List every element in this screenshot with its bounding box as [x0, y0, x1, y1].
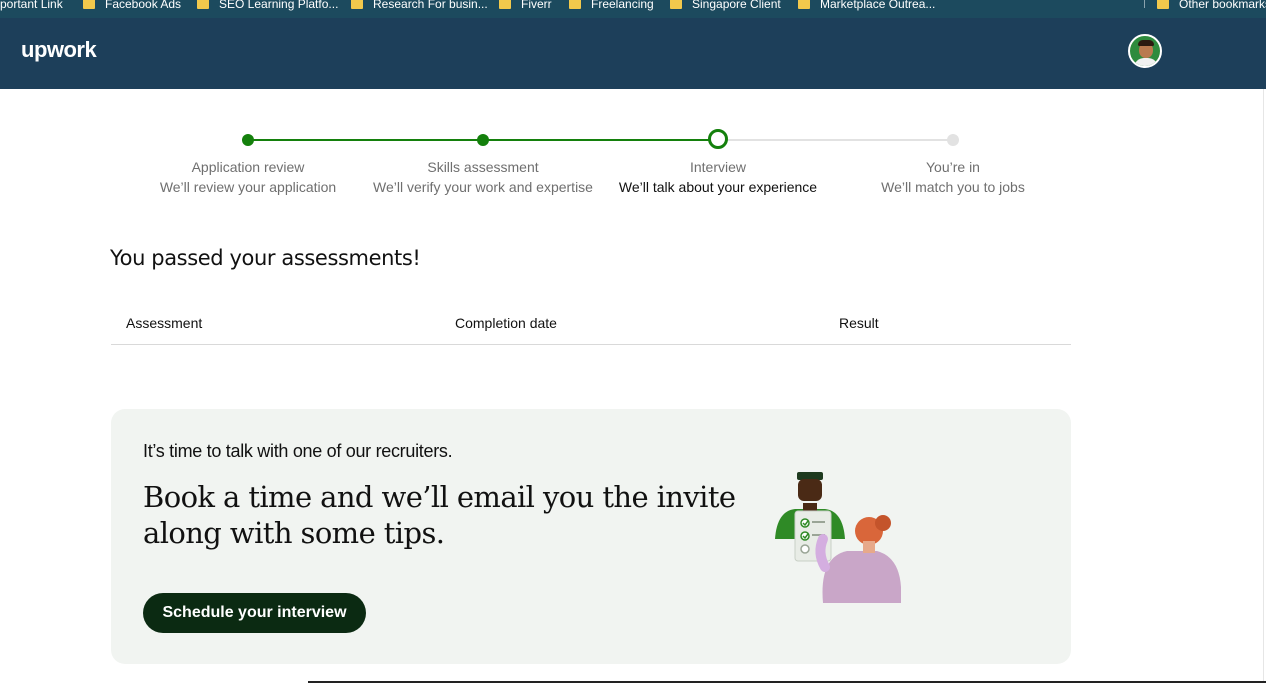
bookmark-fiverr[interactable]: Fiverr [499, 0, 552, 13]
bookmark-label: Facebook Ads [105, 0, 182, 11]
step-subtitle: We’ll match you to jobs [881, 179, 1025, 195]
folder-icon [569, 0, 581, 9]
folder-icon [1157, 0, 1169, 9]
step-title: Skills assessment [427, 159, 539, 175]
folder-icon [83, 0, 95, 9]
bookmark-marketplace-outreach[interactable]: Marketplace Outrea... [798, 0, 935, 13]
step-subtitle: We’ll talk about your experience [618, 179, 818, 195]
folder-icon [197, 0, 209, 9]
assessments-table-header: Assessment Completion date Result [111, 312, 1071, 345]
step-dot-skills-assessment [477, 134, 489, 146]
step-dot-youre-in [947, 134, 959, 146]
bookmark-label: SEO Learning Platfo... [219, 0, 339, 11]
progress-stepper: Application review We’ll review your app… [0, 89, 1266, 209]
step-title: You’re in [926, 159, 980, 175]
site-header: upwork [0, 18, 1266, 89]
bookmarks-bar: portant Link Facebook Ads SEO Learning P… [0, 0, 1266, 18]
user-avatar-icon[interactable] [1128, 34, 1162, 68]
upwork-logo[interactable]: upwork [21, 37, 97, 63]
step-dot-application-review [242, 134, 254, 146]
folder-icon [670, 0, 682, 9]
bookmarks-separator [1144, 0, 1145, 8]
recruiter-illustration-icon [775, 472, 901, 603]
bookmark-label: Freelancing [591, 0, 654, 11]
step-skills-assessment: Skills assessment We’ll verify your work… [363, 157, 603, 197]
interview-card: It’s time to talk with one of our recrui… [111, 409, 1071, 664]
bookmark-other-bookmarks[interactable]: Other bookmarks [1157, 0, 1266, 13]
step-application-review: Application review We’ll review your app… [128, 157, 368, 197]
folder-icon [798, 0, 810, 9]
card-subtitle: It’s time to talk with one of our recrui… [143, 441, 453, 461]
column-header-result: Result [839, 315, 879, 331]
bookmark-label: Research For busin... [373, 0, 488, 11]
bookmark-research[interactable]: Research For busin... [351, 0, 488, 13]
bookmark-label: Marketplace Outrea... [820, 0, 936, 11]
bookmark-facebook-ads[interactable]: Facebook Ads [83, 0, 181, 13]
step-title: Interview [689, 159, 747, 175]
bookmark-label: portant Link [0, 0, 63, 11]
bookmark-label: Fiverr [521, 0, 552, 11]
folder-icon [499, 0, 511, 9]
schedule-interview-button[interactable]: Schedule your interview [143, 593, 366, 633]
step-title: Application review [191, 159, 305, 175]
bookmark-label: Singapore Client [692, 0, 781, 11]
stepper-track-remaining [718, 139, 953, 141]
step-subtitle: We’ll review your application [159, 179, 337, 195]
step-dot-interview [708, 129, 728, 149]
step-interview: Interview We’ll talk about your experien… [598, 157, 838, 197]
bookmark-important-link[interactable]: portant Link [0, 0, 63, 13]
bookmark-seo-learning[interactable]: SEO Learning Platfo... [197, 0, 338, 13]
bookmark-freelancing[interactable]: Freelancing [569, 0, 654, 13]
folder-icon [351, 0, 363, 9]
step-youre-in: You’re in We’ll match you to jobs [833, 157, 1073, 197]
column-header-assessment: Assessment [126, 315, 203, 331]
column-header-completion-date: Completion date [455, 315, 557, 331]
step-subtitle: We’ll verify your work and expertise [373, 179, 593, 195]
bookmark-singapore-client[interactable]: Singapore Client [670, 0, 781, 13]
card-headline: Book a time and we’ll email you the invi… [143, 480, 736, 550]
page-title: You passed your assessments! [110, 246, 421, 270]
bookmark-label: Other bookmarks [1179, 0, 1266, 11]
